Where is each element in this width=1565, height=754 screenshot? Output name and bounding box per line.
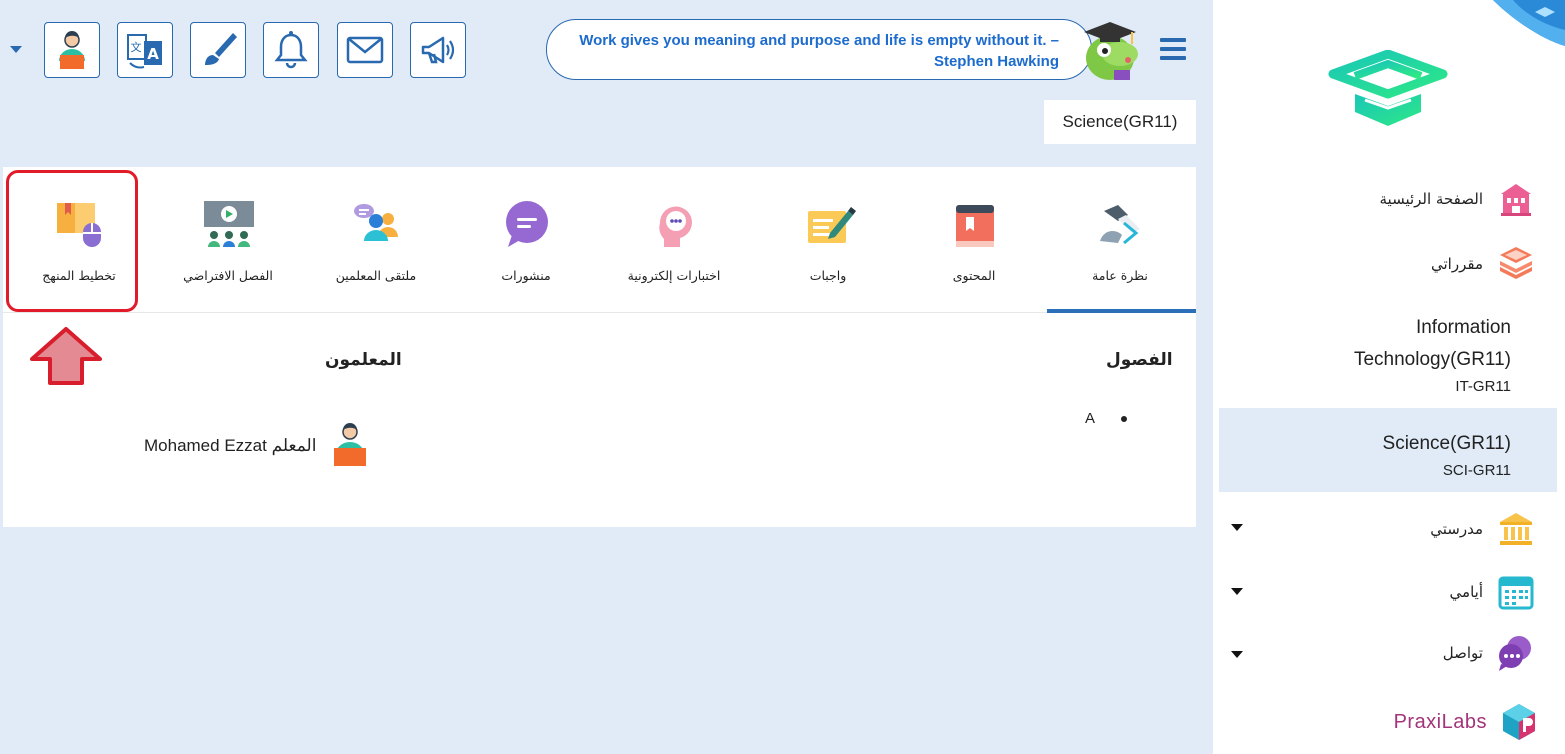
sidebar-item-label: الصفحة الرئيسية — [1379, 190, 1484, 208]
tab-teachers-forum[interactable]: ملتقى المعلمين — [303, 167, 449, 313]
tab-virtual-class[interactable]: الفصل الافتراضي — [155, 167, 301, 313]
arrow-up-icon — [30, 327, 102, 385]
praxilabs-link[interactable]: PraxiLabs — [1394, 702, 1539, 742]
classes-title: الفصول — [1106, 350, 1173, 370]
course-name: Technology(GR11) — [1353, 349, 1511, 370]
course-panel: نظرة عامة المحتوى واجبات اختبارات إلكترو… — [3, 167, 1196, 527]
translate-button[interactable]: A 文 — [117, 22, 173, 78]
chevron-down-icon[interactable] — [1231, 524, 1243, 531]
content-book-icon — [956, 205, 994, 247]
teachers-title: المعلمون — [325, 350, 402, 370]
sidebar-item-my-days[interactable]: أيامي — [1450, 573, 1535, 611]
profile-button[interactable] — [44, 22, 100, 78]
sidebar: الصفحة الرئيسية مقرراتي Information Tech… — [1213, 0, 1565, 754]
virtual-class-icon — [204, 201, 254, 247]
sidebar-item-label: مدرستي — [1430, 520, 1483, 538]
messages-button[interactable] — [337, 22, 393, 78]
tab-overview[interactable]: نظرة عامة — [1047, 167, 1193, 313]
class-item[interactable]: A — [1085, 410, 1095, 427]
notifications-button[interactable] — [263, 22, 319, 78]
tab-label: واجبات — [809, 268, 847, 283]
mail-icon — [346, 36, 384, 64]
sidebar-item-label: مقرراتي — [1431, 255, 1483, 273]
tab-label: منشورات — [501, 268, 551, 283]
bell-icon — [274, 31, 308, 69]
sidebar-item-label: تواصل — [1442, 644, 1483, 662]
school-logo-icon — [1328, 50, 1448, 126]
highlight-box — [6, 170, 138, 312]
bullet-icon — [1121, 416, 1127, 422]
corner-decoration-icon — [1483, 0, 1565, 46]
course-tabs: نظرة عامة المحتوى واجبات اختبارات إلكترو… — [3, 167, 1196, 313]
institution-icon — [1500, 513, 1532, 545]
sidebar-course-it[interactable]: Information Technology(GR11) IT-GR11 — [1354, 312, 1511, 395]
tab-label: الفصل الافتراضي — [183, 268, 273, 283]
course-code: IT-GR11 — [1455, 378, 1511, 395]
school-building-icon — [1501, 184, 1531, 216]
tab-label: نظرة عامة — [1092, 268, 1148, 283]
teacher-avatar-icon — [334, 423, 366, 466]
teacher-item[interactable]: المعلم Mohamed Ezzat — [144, 436, 316, 456]
teacher-name: Mohamed Ezzat — [144, 436, 267, 455]
sidebar-item-label: أيامي — [1449, 583, 1483, 601]
dragon-mascot-icon — [1084, 22, 1138, 80]
tab-e-quizzes[interactable]: اختبارات إلكترونية — [601, 167, 747, 313]
posts-icon — [506, 201, 548, 247]
quote-banner: Work gives you meaning and purpose and l… — [546, 19, 1092, 80]
megaphone-icon — [421, 36, 455, 64]
tab-assignments[interactable]: واجبات — [755, 167, 901, 313]
theme-button[interactable] — [190, 22, 246, 78]
teacher-prefix: المعلم — [271, 436, 317, 455]
chevron-down-icon[interactable] — [1231, 588, 1243, 595]
calendar-icon — [1498, 576, 1534, 610]
teachers-forum-icon — [354, 204, 398, 241]
sidebar-course-science[interactable]: Science(GR11) SCI-GR11 — [1383, 428, 1511, 479]
tab-label: ملتقى المعلمين — [335, 268, 417, 283]
tab-label: اختبارات إلكترونية — [627, 268, 721, 283]
praxilabs-logo-icon — [1503, 704, 1535, 740]
translate-icon: A 文 — [127, 34, 162, 69]
brush-icon — [205, 33, 237, 65]
tab-posts[interactable]: منشورات — [453, 167, 599, 313]
menu-toggle-icon[interactable] — [1160, 38, 1186, 60]
assignments-icon — [808, 207, 856, 243]
course-name: Science(GR11) — [1382, 433, 1511, 454]
tab-label: المحتوى — [952, 268, 996, 283]
chat-icon — [1499, 636, 1531, 671]
sidebar-item-home[interactable]: الصفحة الرئيسية — [1380, 180, 1536, 218]
course-name: Information — [1415, 317, 1511, 338]
profile-icon — [59, 31, 85, 69]
sidebar-item-my-school[interactable]: مدرستي — [1430, 510, 1535, 548]
svg-text:文: 文 — [131, 40, 142, 54]
praxilabs-label: PraxiLabs — [1393, 710, 1487, 733]
svg-text:A: A — [147, 45, 159, 63]
sidebar-item-communication[interactable]: تواصل — [1443, 634, 1535, 672]
announcements-button[interactable] — [410, 22, 466, 78]
tab-content[interactable]: المحتوى — [901, 167, 1047, 313]
books-stack-icon — [1500, 247, 1532, 279]
active-tab-indicator — [1047, 309, 1196, 313]
overview-icon — [1100, 205, 1140, 245]
course-code: SCI-GR11 — [1442, 462, 1511, 479]
quote-text: Work gives you meaning and purpose and l… — [579, 32, 1059, 70]
current-course-label: Science(GR11) — [1044, 100, 1196, 144]
e-quiz-icon — [659, 206, 692, 247]
chevron-down-icon[interactable] — [10, 46, 22, 53]
sidebar-item-my-courses[interactable]: مقرراتي — [1431, 245, 1535, 283]
chevron-down-icon[interactable] — [1231, 651, 1243, 658]
